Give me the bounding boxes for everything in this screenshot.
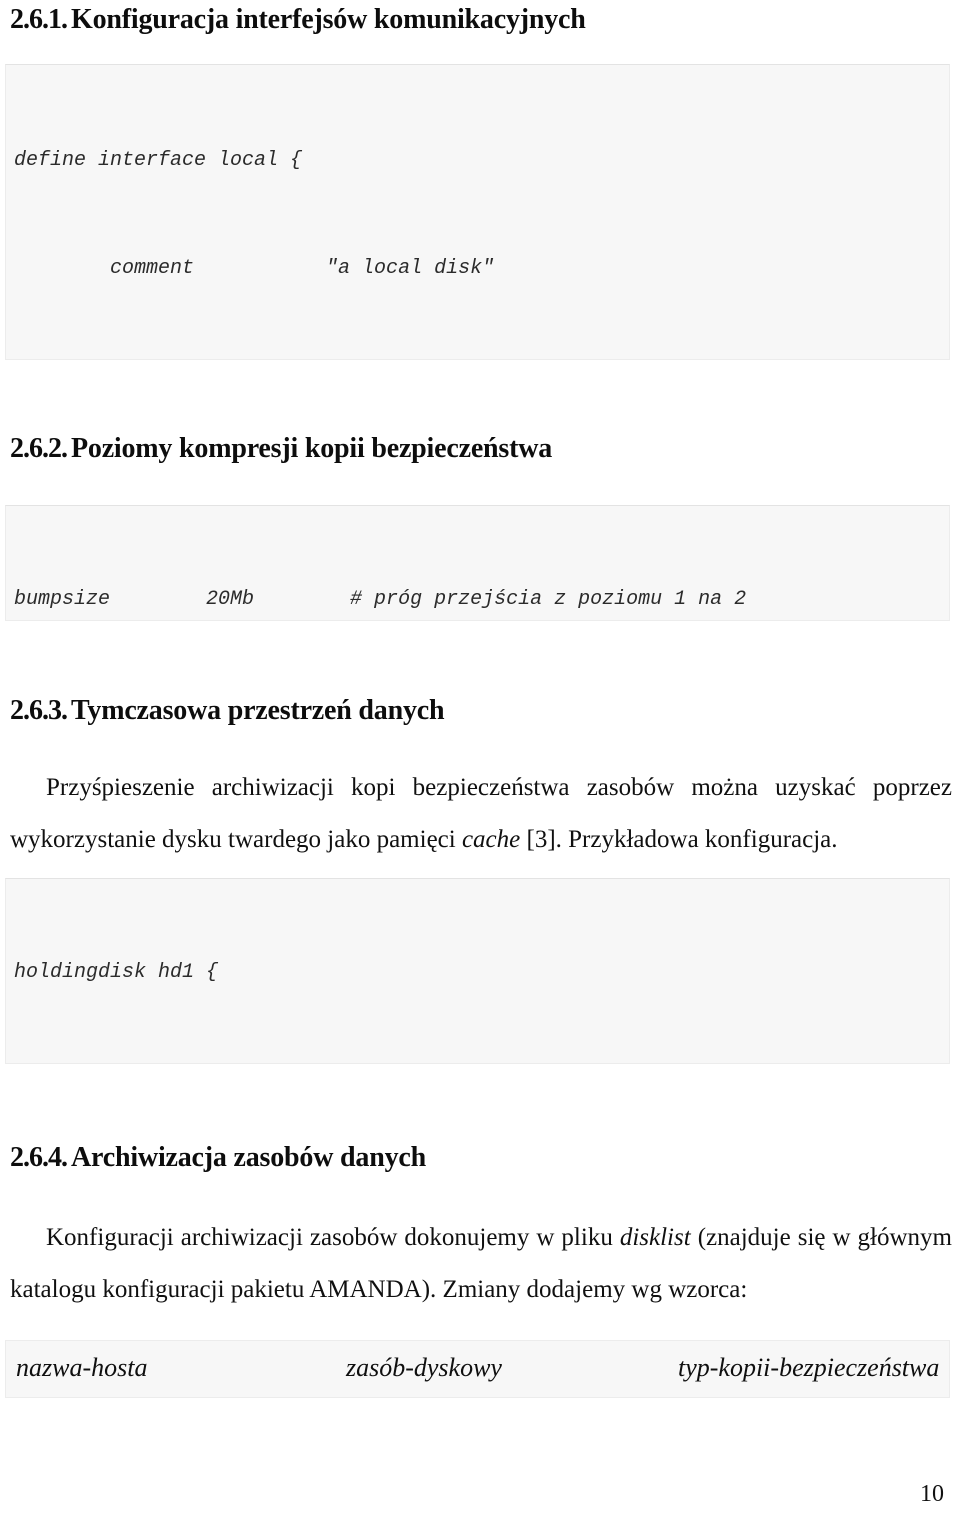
pattern-cell-disk: zasób-dyskowy <box>346 1353 502 1382</box>
heading-2-6-1-number: 2.6.1. <box>10 4 68 35</box>
heading-2-6-4: 2.6.4. Archiwizacja zasobów danych <box>10 1141 426 1175</box>
heading-2-6-1-title: Konfiguracja interfejsów komunikacyjnych <box>71 4 586 35</box>
code-block-holdingdisk: holdingdisk hd1 { comment ″main holding … <box>5 878 950 1064</box>
heading-2-6-2-number: 2.6.2. <box>10 433 68 464</box>
code-line: comment ″a local disk″ <box>14 257 495 280</box>
heading-2-6-3-number: 2.6.3. <box>10 695 68 726</box>
heading-2-6-4-title: Archiwizacja zasobów danych <box>71 1142 426 1173</box>
heading-2-6-2: 2.6.2. Poziomy kompresji kopii bezpieczeń… <box>10 432 552 466</box>
pattern-cell-host: nazwa-hosta <box>16 1353 148 1382</box>
paragraph-cache-text-after: [3]. Przykładowa konfiguracja. <box>520 826 838 853</box>
page-number: 10 <box>920 1481 944 1507</box>
paragraph-disklist-emphasis: disklist <box>619 1224 691 1251</box>
heading-2-6-2-title: Poziomy kompresji kopii bezpieczeństwa <box>71 433 553 464</box>
document-page: 2.6.1. Konfiguracja interfejsów komunikac… <box>0 0 960 1524</box>
code-line: comment ″main holding disk″ <box>14 1063 949 1064</box>
paragraph-cache-emphasis: cache <box>461 826 521 853</box>
paragraph-disklist-text-before: Konfiguracji archiwizacji zasobów dokonu… <box>46 1224 620 1251</box>
pattern-row-box: nazwa-hosta zasób-dyskowy typ-kopii-bezp… <box>5 1340 950 1398</box>
heading-2-6-3: 2.6.3. Tymczasowa przestrzeń danych <box>10 694 445 728</box>
heading-2-6-1: 2.6.1. Konfiguracja interfejsów komunikac… <box>10 3 586 37</box>
code-line: holdingdisk hd1 { <box>14 961 219 984</box>
code-line: use 1000 Kbps <box>14 359 949 360</box>
code-line: define interface local { <box>14 149 303 172</box>
pattern-cell-backup-type: typ-kopii-bezpieczeństwa <box>678 1353 940 1382</box>
code-block-interfaces: define interface local { comment ″a loca… <box>5 64 950 360</box>
code-block-bump: bumpsize 20Mb # próg przejścia z poziomu… <box>5 505 950 621</box>
paragraph-disklist: Konfiguracji archiwizacji zasobów dokonu… <box>10 1212 952 1316</box>
heading-2-6-4-number: 2.6.4. <box>10 1142 68 1173</box>
paragraph-cache: Przyśpieszenie archiwizacji kopi bezpiec… <box>10 762 952 866</box>
heading-2-6-3-title: Tymczasowa przestrzeń danych <box>71 695 445 726</box>
code-line: bumpsize 20Mb # próg przejścia z poziomu… <box>14 588 747 611</box>
